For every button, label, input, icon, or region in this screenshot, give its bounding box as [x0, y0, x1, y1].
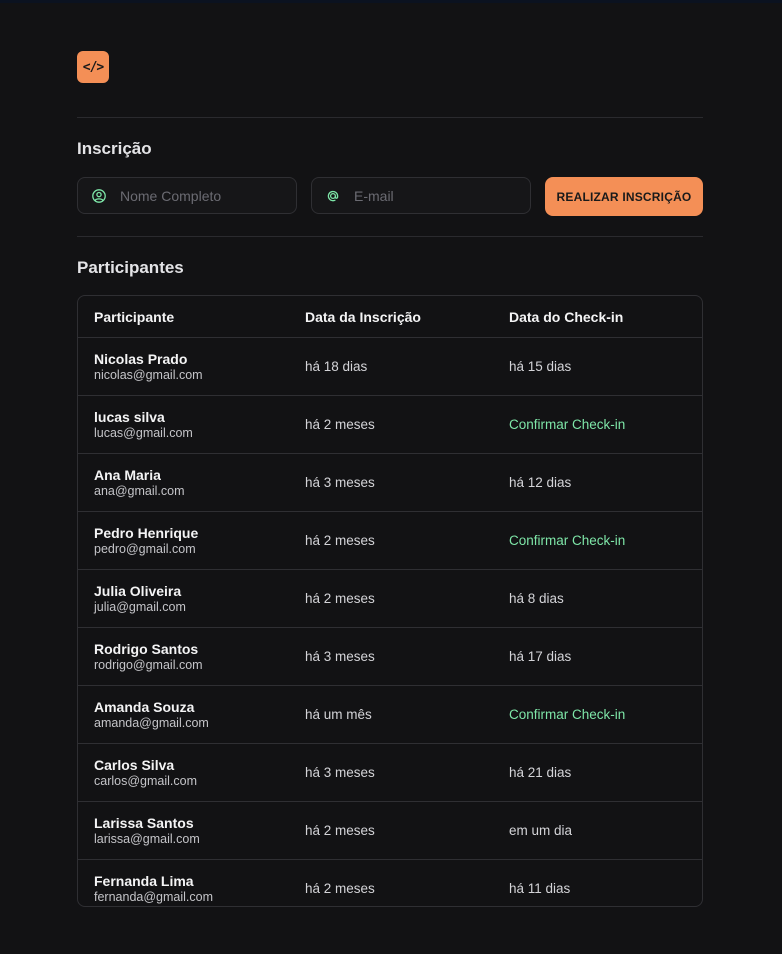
table-row: Fernanda Lima fernanda@gmail.com há 2 mese…: [78, 860, 702, 906]
registration-date: há 2 meses: [305, 533, 375, 548]
submit-registration-button[interactable]: REALIZAR INSCRIÇÃO: [545, 177, 703, 216]
registration-date: há 18 dias: [305, 359, 368, 374]
participant-name: Larissa Santos: [94, 814, 194, 831]
checkin-date: em um dia: [509, 823, 573, 838]
participant-name: Carlos Silva: [94, 756, 175, 773]
checkin-date: há 15 dias: [509, 359, 572, 374]
participant-email: pedro@gmail.com: [94, 541, 196, 556]
participant-email: julia@gmail.com: [94, 599, 186, 614]
participant-name: Nicolas Prado: [94, 350, 188, 367]
table-row: Nicolas Prado nicolas@gmail.com há 18 dias…: [78, 338, 702, 396]
checkin-date: há 17 dias: [509, 649, 572, 664]
table-row: Julia Oliveira julia@gmail.com há 2 meses h…: [78, 570, 702, 628]
confirm-checkin-link[interactable]: Confirmar Check-in: [509, 533, 702, 548]
registration-date: há 2 meses: [305, 881, 375, 896]
divider: [77, 236, 703, 237]
email-input[interactable]: [352, 186, 526, 205]
participant-cell: Ana Maria ana@gmail.com: [78, 467, 305, 499]
table-row: Larissa Santos larissa@gmail.com há 2 mese…: [78, 802, 702, 860]
participant-cell: Amanda Souza amanda@gmail.com: [78, 699, 305, 731]
checkin-date: há 12 dias: [509, 475, 572, 490]
participant-cell: Fernanda Lima fernanda@gmail.com: [78, 873, 305, 905]
participant-email: nicolas@gmail.com: [94, 367, 203, 382]
participant-email: larissa@gmail.com: [94, 831, 200, 846]
header-checkin: Data do Check-in: [509, 308, 624, 325]
at-sign-icon: [326, 189, 340, 203]
registration-date: há 2 meses: [305, 417, 375, 432]
checkin-date: há 11 dias: [509, 881, 571, 896]
table-row: Rodrigo Santos rodrigo@gmail.com há 3 mese…: [78, 628, 702, 686]
participant-name: Fernanda Lima: [94, 872, 194, 889]
participant-cell: Carlos Silva carlos@gmail.com: [78, 757, 305, 789]
table-header: Participante Data da Inscrição Data do C…: [78, 296, 702, 338]
registration-date: há 2 meses: [305, 823, 375, 838]
divider: [77, 117, 703, 118]
email-field[interactable]: [311, 177, 531, 214]
table-row: Amanda Souza amanda@gmail.com há um mês Con…: [78, 686, 702, 744]
participant-cell: Julia Oliveira julia@gmail.com: [78, 583, 305, 615]
participant-email: carlos@gmail.com: [94, 773, 197, 788]
participant-email: fernanda@gmail.com: [94, 889, 213, 904]
table-row: lucas silva lucas@gmail.com há 2 meses Conf…: [78, 396, 702, 454]
participant-name: Rodrigo Santos: [94, 640, 199, 657]
table-row: Pedro Henrique pedro@gmail.com há 2 meses C…: [78, 512, 702, 570]
name-input[interactable]: [118, 186, 292, 205]
confirm-checkin-link[interactable]: Confirmar Check-in: [509, 707, 702, 722]
checkin-date: há 21 dias: [509, 765, 572, 780]
participant-cell: Nicolas Prado nicolas@gmail.com: [78, 351, 305, 383]
participant-email: lucas@gmail.com: [94, 425, 193, 440]
participant-cell: Rodrigo Santos rodrigo@gmail.com: [78, 641, 305, 673]
table-row: Ana Maria ana@gmail.com há 3 meses há 12 di…: [78, 454, 702, 512]
registration-date: há 3 meses: [305, 649, 375, 664]
participants-table: Participante Data da Inscrição Data do C…: [77, 295, 703, 907]
code-logo-icon[interactable]: </>: [77, 51, 109, 83]
header-registered: Data da Inscrição: [305, 308, 421, 325]
participant-email: ana@gmail.com: [94, 483, 185, 498]
table-body: Nicolas Prado nicolas@gmail.com há 18 dias…: [78, 338, 702, 906]
user-circle-icon: [92, 188, 106, 203]
registration-date: há um mês: [305, 707, 372, 722]
registration-date: há 3 meses: [305, 765, 375, 780]
participant-email: amanda@gmail.com: [94, 715, 209, 730]
top-strip: [0, 0, 782, 3]
participant-cell: lucas silva lucas@gmail.com: [78, 409, 305, 441]
participant-cell: Larissa Santos larissa@gmail.com: [78, 815, 305, 847]
registration-date: há 2 meses: [305, 591, 375, 606]
participant-name: Pedro Henrique: [94, 524, 199, 541]
participant-name: Amanda Souza: [94, 698, 195, 715]
participant-name: Julia Oliveira: [94, 582, 182, 599]
participants-title: Participantes: [77, 258, 184, 277]
header-participant: Participante: [94, 308, 175, 325]
participant-name: Ana Maria: [94, 466, 161, 483]
confirm-checkin-link[interactable]: Confirmar Check-in: [509, 417, 702, 432]
participant-cell: Pedro Henrique pedro@gmail.com: [78, 525, 305, 557]
checkin-date: há 8 dias: [509, 591, 564, 606]
form-title: Inscrição: [77, 139, 152, 158]
name-field[interactable]: [77, 177, 297, 214]
participant-email: rodrigo@gmail.com: [94, 657, 203, 672]
registration-date: há 3 meses: [305, 475, 375, 490]
participant-name: lucas silva: [94, 408, 165, 425]
table-row: Carlos Silva carlos@gmail.com há 3 meses há…: [78, 744, 702, 802]
